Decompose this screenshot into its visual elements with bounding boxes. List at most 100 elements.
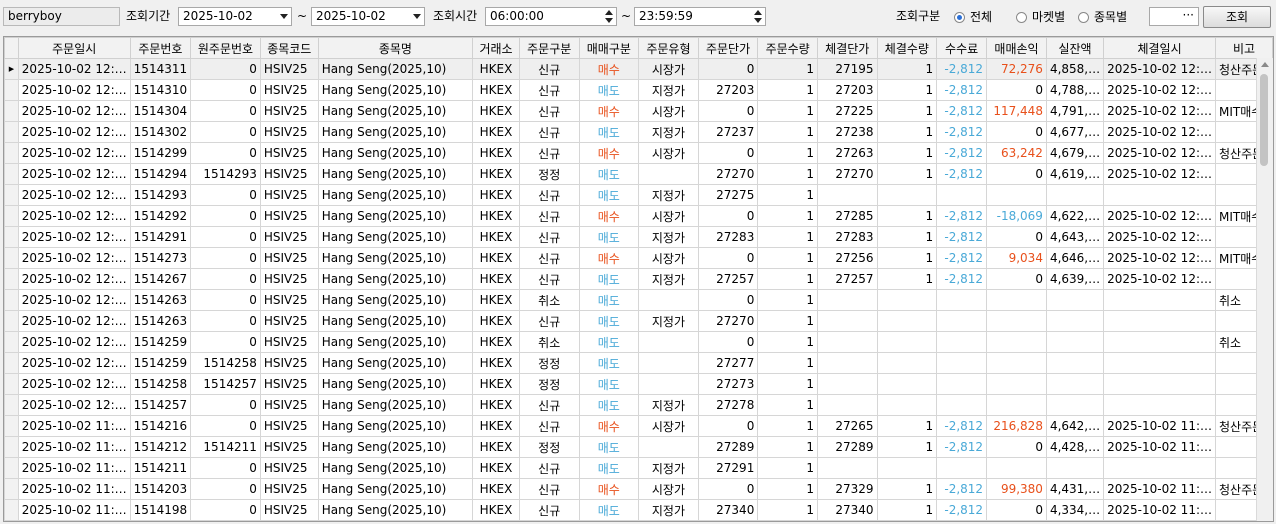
table-cell <box>1103 457 1216 479</box>
radio-market[interactable]: 마켓별 <box>1016 9 1065 25</box>
column-header[interactable]: 체결일시 <box>1103 37 1216 59</box>
user-id-field[interactable]: berryboy <box>3 7 120 26</box>
table-cell: HKEX <box>472 478 520 500</box>
scrollbar-thumb[interactable] <box>1260 74 1268 166</box>
table-row[interactable]: 2025-10-02 12:… 1514273 0 HSIV25 Hang Seng(2… <box>4 247 1273 269</box>
table-cell: 1 <box>876 226 938 248</box>
table-cell: 72,276 <box>986 58 1047 80</box>
table-cell: HKEX <box>472 352 520 374</box>
date-to-picker[interactable]: 2025-10-02 <box>311 7 425 26</box>
search-button[interactable]: 조회 <box>1203 6 1271 28</box>
table-row[interactable]: 2025-10-02 11:… 1514203 0 HSIV25 Hang Seng(2… <box>4 478 1273 500</box>
table-cell: Hang Seng(2025,10) <box>317 478 474 500</box>
table-cell: -2,812 <box>936 205 988 227</box>
table-cell: 27289 <box>816 436 878 458</box>
column-header[interactable]: 종목코드 <box>259 37 319 59</box>
column-header[interactable]: 매매손익 <box>986 37 1047 59</box>
table-cell: -2,812 <box>936 415 988 437</box>
table-cell <box>816 184 878 206</box>
table-cell: 27265 <box>816 415 878 437</box>
table-row[interactable]: 2025-10-02 12:… 1514259 0 HSIV25 Hang Seng(2… <box>4 331 1273 353</box>
table-row[interactable]: 2025-10-02 12:… 1514259 1514258 HSIV25 Hang … <box>4 352 1273 374</box>
column-header[interactable]: 주문번호 <box>129 37 192 59</box>
table-row[interactable]: 2025-10-02 12:… 1514263 0 HSIV25 Hang Seng(2… <box>4 310 1273 332</box>
vertical-scrollbar[interactable] <box>1256 58 1273 521</box>
table-cell: 1 <box>876 268 938 290</box>
date-from-picker[interactable]: 2025-10-02 <box>178 7 292 26</box>
table-cell: 1 <box>876 436 938 458</box>
column-header[interactable]: 종목명 <box>317 37 474 59</box>
table-row[interactable]: 2025-10-02 11:… 1514211 0 HSIV25 Hang Seng(2… <box>4 457 1273 479</box>
table-cell: 27285 <box>816 205 878 227</box>
order-history-grid[interactable]: 주문일시 주문번호 원주문번호 종목코드 종목명 거래소 주문구분 매매구분 주문유형 주문단가 주… <box>3 36 1274 522</box>
table-cell: 시장가 <box>638 205 699 227</box>
column-header[interactable]: 원주문번호 <box>190 37 261 59</box>
column-header[interactable]: 실잔액 <box>1045 37 1105 59</box>
table-row[interactable]: 2025-10-02 11:… 1514216 0 HSIV25 Hang Seng(2… <box>4 415 1273 437</box>
time-from-spinner[interactable]: 06:00:00 <box>485 7 617 26</box>
table-row[interactable]: 2025-10-02 12:… 1514292 0 HSIV25 Hang Seng(2… <box>4 205 1273 227</box>
radio-symbol[interactable]: 종목별 <box>1078 9 1127 25</box>
row-indicator <box>4 457 19 479</box>
column-header[interactable]: 체결단가 <box>816 37 878 59</box>
table-cell: 신규 <box>518 184 580 206</box>
table-cell: 0 <box>697 205 759 227</box>
table-cell: 1 <box>757 226 818 248</box>
table-row[interactable]: 2025-10-02 12:… 1514293 0 HSIV25 Hang Seng(2… <box>4 184 1273 206</box>
table-cell <box>986 457 1047 479</box>
chevron-down-icon[interactable] <box>413 14 421 19</box>
radio-all[interactable]: 전체 <box>954 9 992 25</box>
table-row[interactable]: 2025-10-02 12:… 1514267 0 HSIV25 Hang Seng(2… <box>4 268 1273 290</box>
table-cell: Hang Seng(2025,10) <box>317 289 474 311</box>
table-cell: Hang Seng(2025,10) <box>317 121 474 143</box>
chevron-down-icon[interactable] <box>280 14 288 19</box>
symbol-code-field[interactable]: ··· <box>1149 7 1199 26</box>
table-row[interactable]: ▶ 2025-10-02 12:… 1514311 0 HSIV25 Hang Seng(… <box>4 58 1273 80</box>
table-row[interactable]: 2025-10-02 12:… 1514299 0 HSIV25 Hang Seng(2… <box>4 142 1273 164</box>
table-cell: HSIV25 <box>259 331 319 353</box>
column-header[interactable]: 수수료 <box>936 37 988 59</box>
table-cell: 매수 <box>578 58 640 80</box>
spin-updown-icon[interactable] <box>605 10 613 24</box>
table-cell: 신규 <box>518 478 580 500</box>
table-cell: 지정가 <box>638 310 699 332</box>
scroll-up-icon[interactable] <box>1261 62 1269 67</box>
table-cell <box>1103 331 1216 353</box>
table-cell <box>936 394 988 416</box>
column-header[interactable]: 매매구분 <box>578 37 640 59</box>
table-cell: 1514211 <box>129 457 192 479</box>
table-row[interactable]: 2025-10-02 12:… 1514302 0 HSIV25 Hang Seng(2… <box>4 121 1273 143</box>
column-header[interactable]: 주문단가 <box>697 37 759 59</box>
column-header[interactable]: 거래소 <box>472 37 520 59</box>
table-cell: 시장가 <box>638 142 699 164</box>
table-cell <box>816 331 878 353</box>
table-cell <box>986 394 1047 416</box>
table-cell <box>1103 394 1216 416</box>
column-header[interactable]: 주문일시 <box>17 37 131 59</box>
column-header[interactable]: 주문유형 <box>638 37 699 59</box>
table-row[interactable]: 2025-10-02 12:… 1514294 1514293 HSIV25 Hang … <box>4 163 1273 185</box>
table-cell: 지정가 <box>638 79 699 101</box>
column-header[interactable]: 주문구분 <box>518 37 580 59</box>
table-row[interactable]: 2025-10-02 12:… 1514263 0 HSIV25 Hang Seng(2… <box>4 289 1273 311</box>
table-cell: HSIV25 <box>259 394 319 416</box>
table-row[interactable]: 2025-10-02 12:… 1514291 0 HSIV25 Hang Seng(2… <box>4 226 1273 248</box>
spin-updown-icon[interactable] <box>754 10 762 24</box>
column-header[interactable]: 주문수량 <box>757 37 818 59</box>
table-cell <box>816 289 878 311</box>
table-row[interactable]: 2025-10-02 11:… 1514212 1514211 HSIV25 Hang … <box>4 436 1273 458</box>
table-row[interactable]: 2025-10-02 12:… 1514258 1514257 HSIV25 Hang … <box>4 373 1273 395</box>
table-cell: Hang Seng(2025,10) <box>317 310 474 332</box>
table-cell <box>816 373 878 395</box>
table-row[interactable]: 2025-10-02 12:… 1514257 0 HSIV25 Hang Seng(2… <box>4 394 1273 416</box>
row-indicator <box>4 142 19 164</box>
column-header[interactable]: 체결수량 <box>876 37 938 59</box>
table-row[interactable]: 2025-10-02 11:… 1514198 0 HSIV25 Hang Seng(2… <box>4 499 1273 521</box>
table-row[interactable]: 2025-10-02 12:… 1514304 0 HSIV25 Hang Seng(2… <box>4 100 1273 122</box>
column-header[interactable]: 비고 <box>1215 37 1273 59</box>
table-cell: 27238 <box>816 121 878 143</box>
table-row[interactable]: 2025-10-02 12:… 1514310 0 HSIV25 Hang Seng(2… <box>4 79 1273 101</box>
time-to-spinner[interactable]: 23:59:59 <box>634 7 766 26</box>
row-indicator <box>4 100 19 122</box>
table-cell: 매수 <box>578 100 640 122</box>
